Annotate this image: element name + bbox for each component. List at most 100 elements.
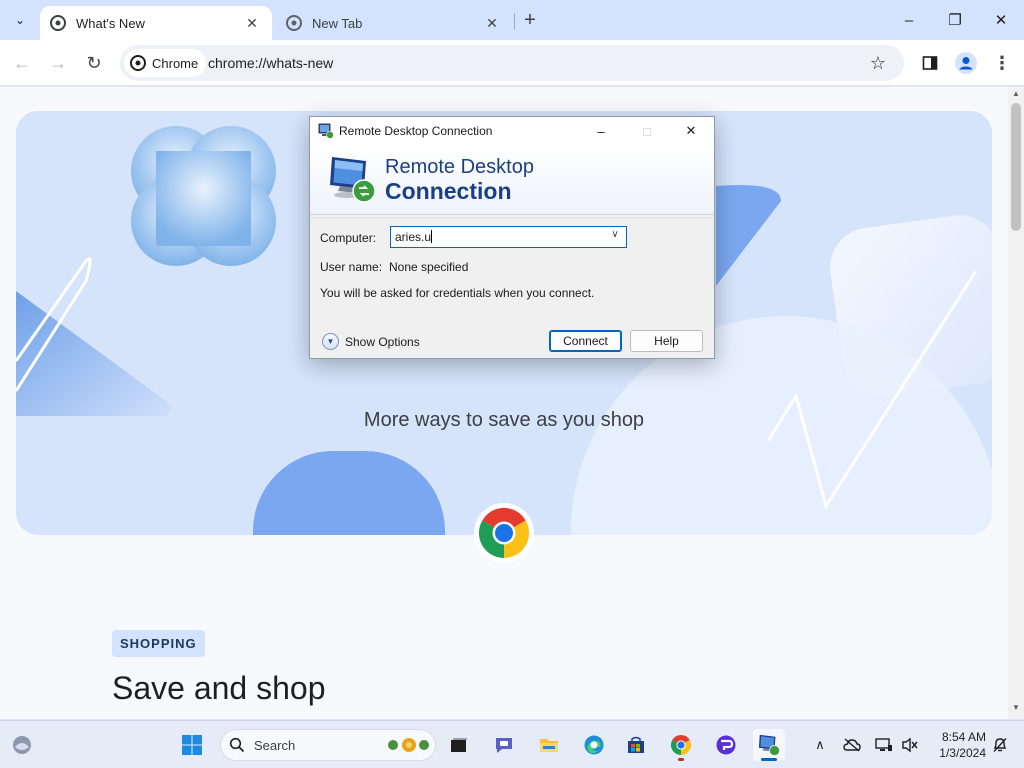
computer-combobox[interactable]: aries.u ∨ (390, 226, 627, 248)
bookmark-star-button[interactable]: ☆ (866, 51, 890, 75)
edge-icon (584, 735, 604, 755)
help-button[interactable]: Help (630, 330, 703, 352)
remote-desktop-monitor-icon (330, 157, 376, 203)
page-scrollbar[interactable]: ▲ ▼ (1008, 87, 1024, 719)
remote-desktop-dialog: Remote Desktop Connection – □ ✕ Remote D… (309, 116, 715, 359)
windows-logo-icon (182, 735, 202, 755)
text-cursor (431, 230, 433, 243)
pinned-app-button[interactable] (710, 729, 742, 761)
more-vert-icon: ⋮ (993, 52, 1011, 73)
username-label: User name: (320, 260, 383, 274)
maximize-icon: □ (643, 123, 651, 139)
taskbar-search-box[interactable]: Search (220, 729, 436, 761)
running-indicator (678, 758, 684, 761)
chrome-logo-icon (474, 503, 534, 563)
site-info-chip[interactable]: Chrome (124, 49, 207, 77)
tab-search-button[interactable]: ⌄ (8, 8, 32, 32)
network-icon (875, 738, 892, 751)
browser-toolbar: ← → ↻ Chrome chrome://whats-new ☆ ⋮ (0, 40, 1024, 86)
weather-widget-icon[interactable] (10, 733, 34, 757)
search-icon (229, 737, 245, 753)
banner-title-line2: Connection (385, 178, 512, 204)
plus-icon: + (524, 8, 536, 31)
avatar-icon (955, 52, 977, 74)
tab-close-icon[interactable]: ✕ (482, 13, 502, 33)
tab-title: What's New (76, 15, 145, 31)
dialog-minimize-button[interactable]: – (578, 117, 624, 145)
tab-whats-new[interactable]: What's New ✕ (40, 6, 272, 40)
show-hidden-icons-button[interactable]: ∧ (808, 733, 832, 757)
menu-button[interactable]: ⋮ (988, 49, 1016, 77)
tab-new-tab[interactable]: New Tab ✕ (276, 6, 512, 40)
chrome-icon (670, 734, 692, 755)
minimize-button[interactable]: – (886, 0, 932, 40)
dialog-titlebar[interactable]: Remote Desktop Connection – □ ✕ (310, 117, 714, 145)
banner-title-line1: Remote Desktop (385, 156, 534, 178)
notification-bell-icon (993, 738, 1007, 752)
side-panel-button[interactable] (916, 49, 944, 77)
scroll-up-arrow-icon[interactable]: ▲ (1008, 89, 1024, 103)
chat-icon (496, 738, 512, 753)
store-icon (628, 736, 644, 753)
close-window-button[interactable]: ✕ (978, 0, 1024, 40)
connect-button[interactable]: Connect (549, 330, 622, 352)
windows-taskbar: Search ∧ 8:54 AM 1/3/2024 (0, 720, 1024, 768)
computer-value: aries.u (395, 230, 432, 244)
volume-tray-button[interactable] (898, 733, 922, 757)
side-panel-icon (922, 56, 938, 70)
star-icon: ☆ (869, 52, 887, 73)
tab-close-icon[interactable]: ✕ (242, 13, 262, 33)
back-button[interactable]: ← (8, 49, 36, 77)
clock[interactable]: 8:54 AM 1/3/2024 (926, 729, 986, 761)
chip-label: Chrome (152, 55, 199, 71)
onedrive-tray-button[interactable] (840, 733, 864, 757)
clock-date: 1/3/2024 (939, 746, 986, 760)
credentials-info-text: You will be asked for credentials when y… (320, 286, 595, 300)
scroll-thumb[interactable] (1011, 103, 1021, 231)
edge-browser-button[interactable] (578, 729, 610, 761)
search-placeholder: Search (254, 738, 296, 753)
reload-icon: ↻ (86, 52, 102, 73)
address-bar[interactable]: Chrome chrome://whats-new ☆ (120, 45, 904, 81)
chevron-up-icon: ∧ (815, 737, 825, 752)
volume-muted-icon (902, 737, 918, 753)
remote-desktop-icon (758, 734, 780, 756)
new-tab-button[interactable]: + (519, 9, 541, 31)
network-tray-button[interactable] (872, 733, 896, 757)
show-options-link[interactable]: Show Options (345, 335, 420, 349)
dialog-title: Remote Desktop Connection (339, 124, 493, 138)
tab-strip: ⌄ What's New ✕ New Tab ✕ + – ❐ ✕ (0, 0, 1024, 40)
chevron-down-icon[interactable]: ∨ (608, 229, 622, 243)
chrome-icon (130, 55, 146, 71)
hero-caption: More ways to save as you shop (363, 409, 645, 431)
minimize-icon: – (904, 11, 914, 29)
scroll-down-arrow-icon[interactable]: ▼ (1008, 703, 1024, 717)
url-text[interactable]: chrome://whats-new (208, 55, 333, 71)
cloud-offline-icon (843, 738, 861, 752)
restore-icon: ❐ (948, 12, 962, 29)
remote-desktop-taskbar-button[interactable] (753, 729, 785, 761)
reload-button[interactable]: ↻ (80, 49, 108, 77)
file-explorer-button[interactable] (533, 729, 565, 761)
category-badge: SHOPPING (112, 630, 205, 657)
remote-desktop-app-icon (318, 123, 334, 139)
dialog-close-button[interactable]: ✕ (668, 117, 714, 145)
microsoft-store-button[interactable] (620, 729, 652, 761)
forward-button[interactable]: → (44, 49, 72, 77)
teams-chat-button[interactable] (488, 729, 520, 761)
start-button[interactable] (176, 729, 208, 761)
task-view-button[interactable] (443, 729, 475, 761)
dialog-maximize-button: □ (624, 117, 670, 145)
chevron-down-icon: ⌄ (14, 13, 26, 27)
chrome-favicon-icon (286, 15, 302, 31)
expand-options-icon[interactable]: ▼ (322, 333, 339, 350)
search-highlight-art-icon (388, 738, 429, 752)
close-icon: ✕ (994, 12, 1008, 29)
chrome-favicon-icon (50, 15, 66, 31)
app-logo-icon (716, 735, 736, 755)
restore-button[interactable]: ❐ (932, 0, 978, 40)
folder-icon (540, 739, 558, 752)
profile-button[interactable] (952, 49, 980, 77)
chrome-taskbar-button[interactable] (665, 729, 697, 761)
notification-center-button[interactable] (988, 733, 1012, 757)
